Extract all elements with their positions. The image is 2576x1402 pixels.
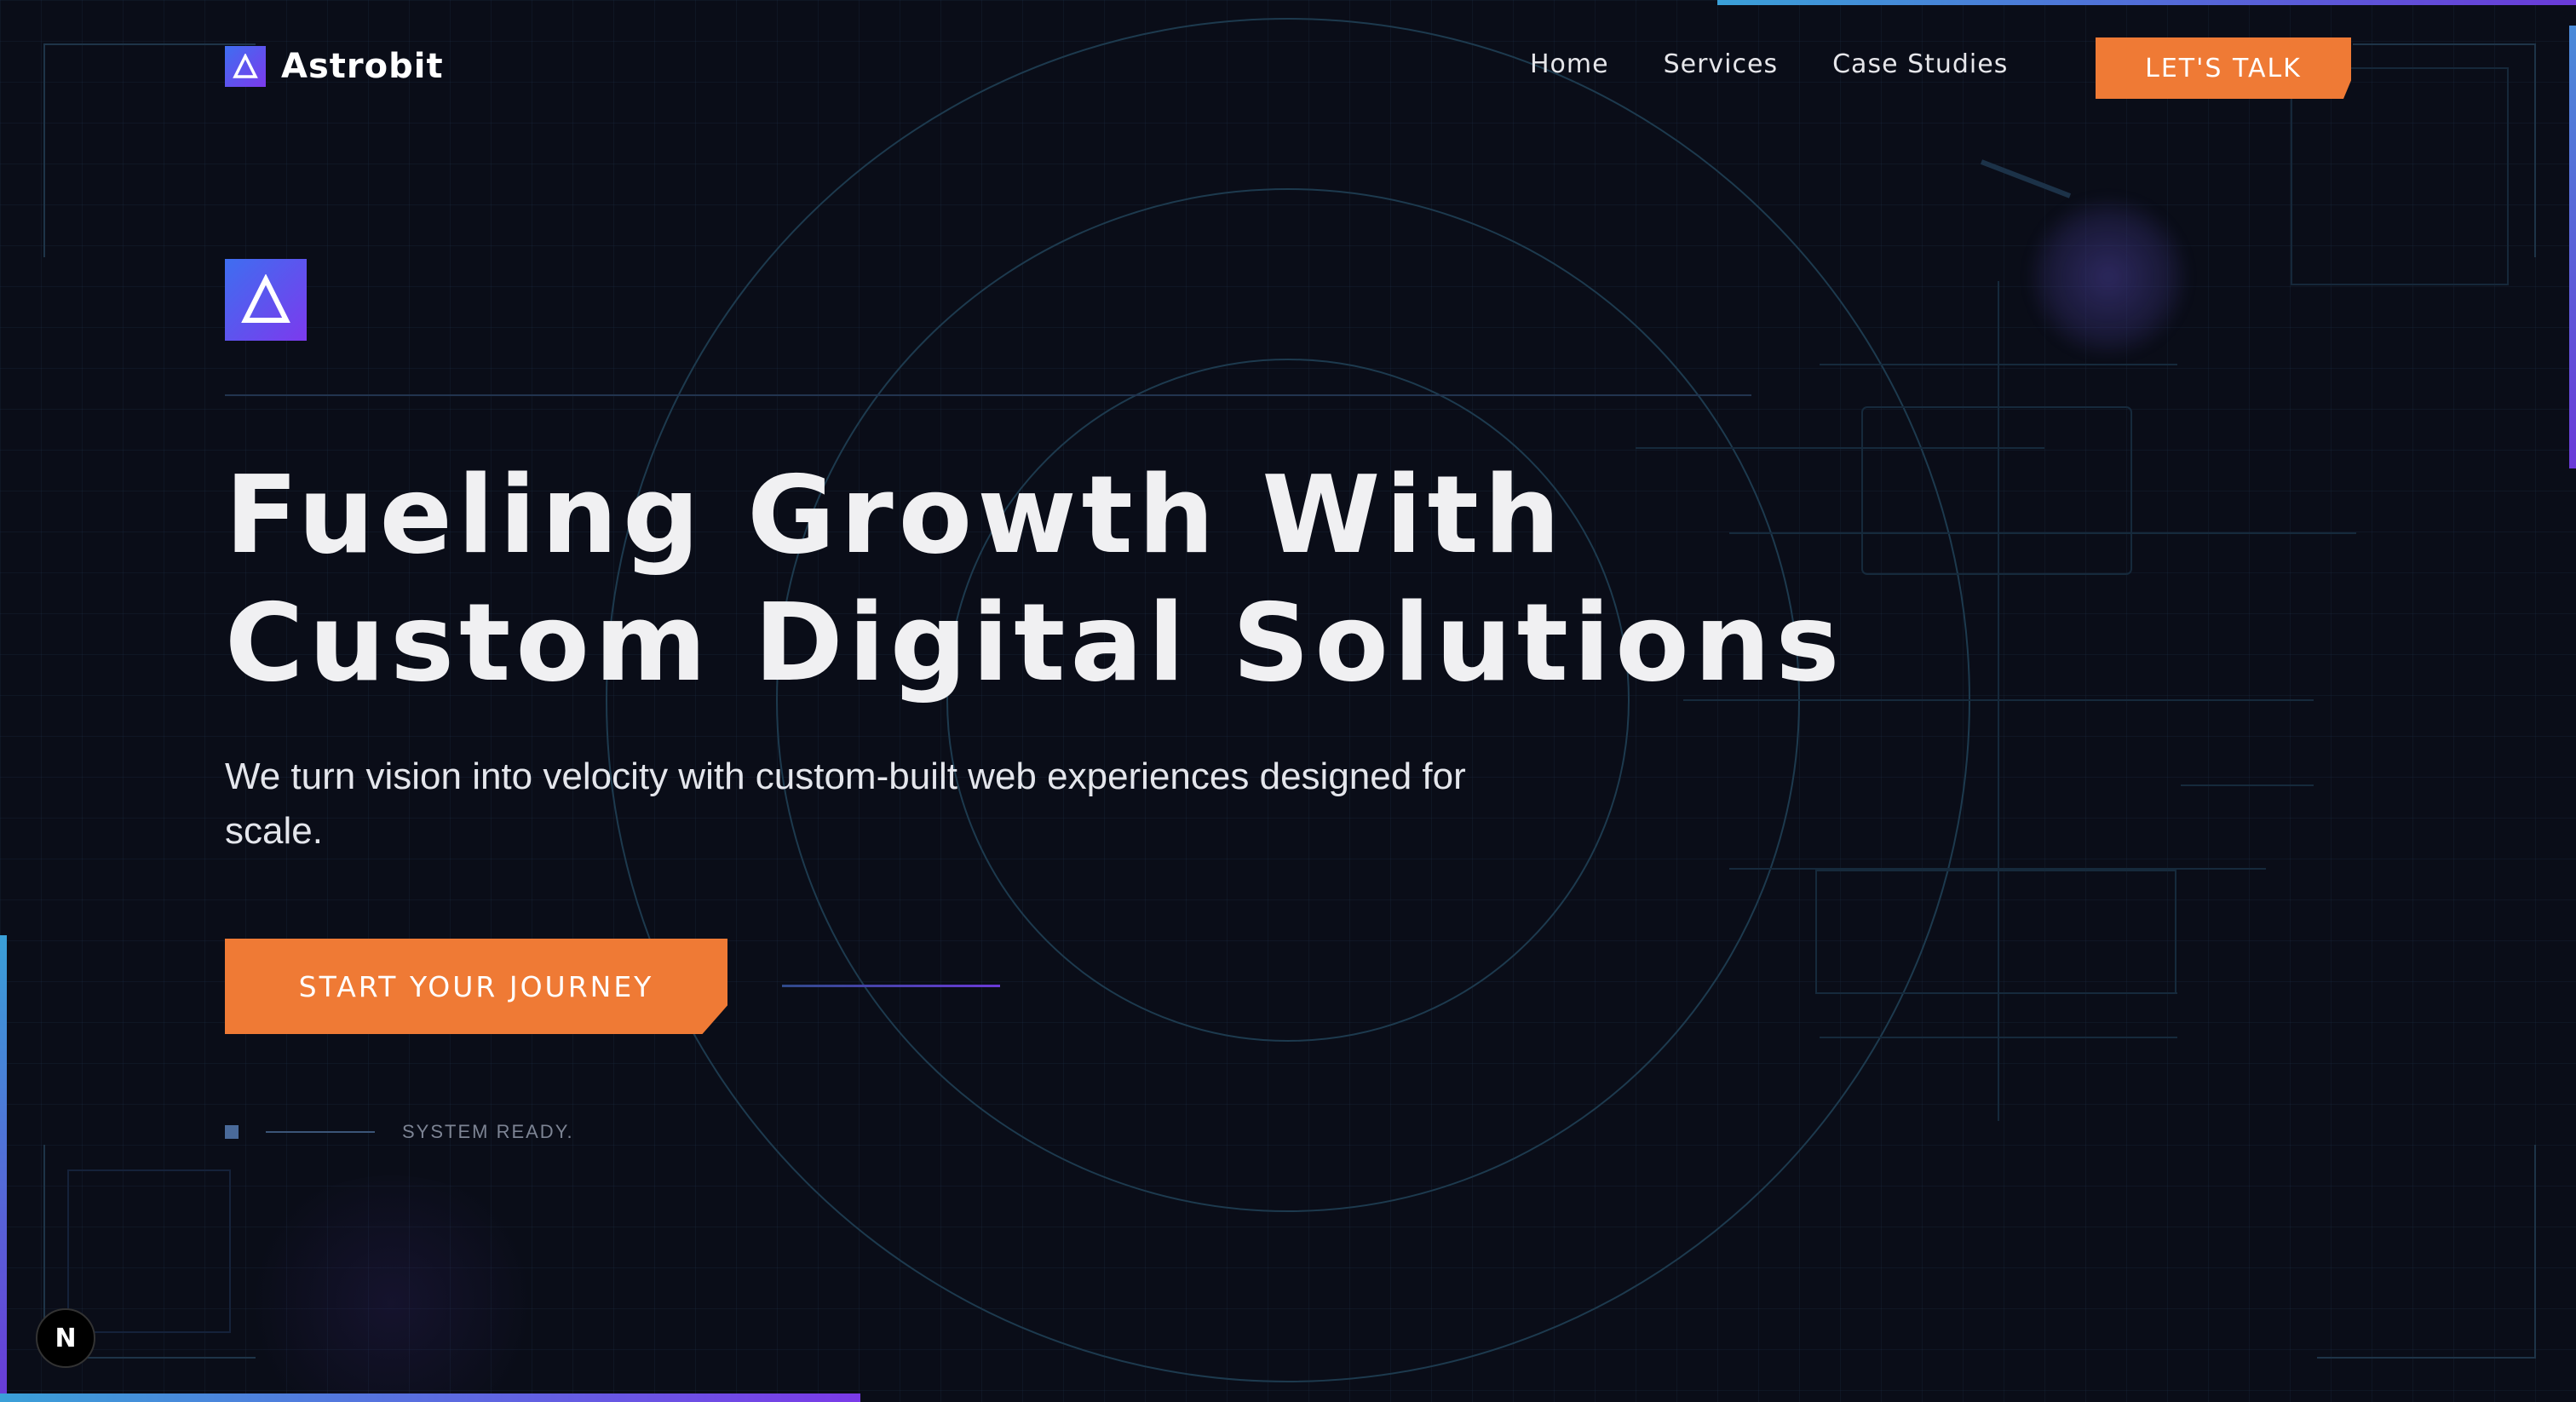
nav-link-home[interactable]: Home — [1530, 49, 1609, 79]
status-line — [266, 1131, 375, 1133]
nav-link-services[interactable]: Services — [1664, 49, 1779, 79]
tech-line — [1980, 159, 2072, 198]
accent-bar-right — [2569, 26, 2576, 468]
corner-bracket-top-left — [43, 43, 256, 257]
headline-line-1: Fueling Growth With — [225, 452, 1566, 577]
cta-accent-line — [782, 985, 1000, 987]
corner-bracket-bottom-right — [2317, 1145, 2536, 1359]
brand-logo[interactable]: Astrobit — [225, 46, 444, 87]
hero-divider — [225, 394, 1751, 396]
delta-icon — [225, 259, 307, 341]
status-indicator: SYSTEM READY. — [225, 1121, 574, 1143]
hero-subtext: We turn vision into velocity with custom… — [225, 756, 1466, 852]
accent-bar-left — [0, 935, 7, 1402]
start-journey-button[interactable]: START YOUR JOURNEY — [225, 939, 727, 1034]
accent-bar-bottom — [0, 1393, 860, 1402]
lets-talk-button[interactable]: LET'S TALK — [2096, 37, 2351, 99]
nextjs-badge[interactable]: N — [36, 1308, 95, 1368]
headline-line-2: Custom Digital Solutions — [225, 580, 1845, 705]
frame-top-right — [2291, 67, 2509, 285]
hero-headline: Fueling Growth With Custom Digital Solut… — [225, 451, 1843, 707]
delta-icon — [225, 46, 266, 87]
nav-link-case-studies[interactable]: Case Studies — [1832, 49, 2008, 79]
tech-box — [1861, 406, 2132, 575]
tech-box — [1815, 870, 2176, 994]
main-nav: Home Services Case Studies — [1530, 49, 2062, 79]
status-text: SYSTEM READY. — [402, 1121, 574, 1142]
glow-orb — [2027, 196, 2189, 358]
accent-bar-top — [1717, 0, 2576, 5]
status-square-icon — [225, 1125, 239, 1139]
frame-bottom-left — [67, 1169, 231, 1333]
brand-name: Astrobit — [281, 47, 444, 86]
